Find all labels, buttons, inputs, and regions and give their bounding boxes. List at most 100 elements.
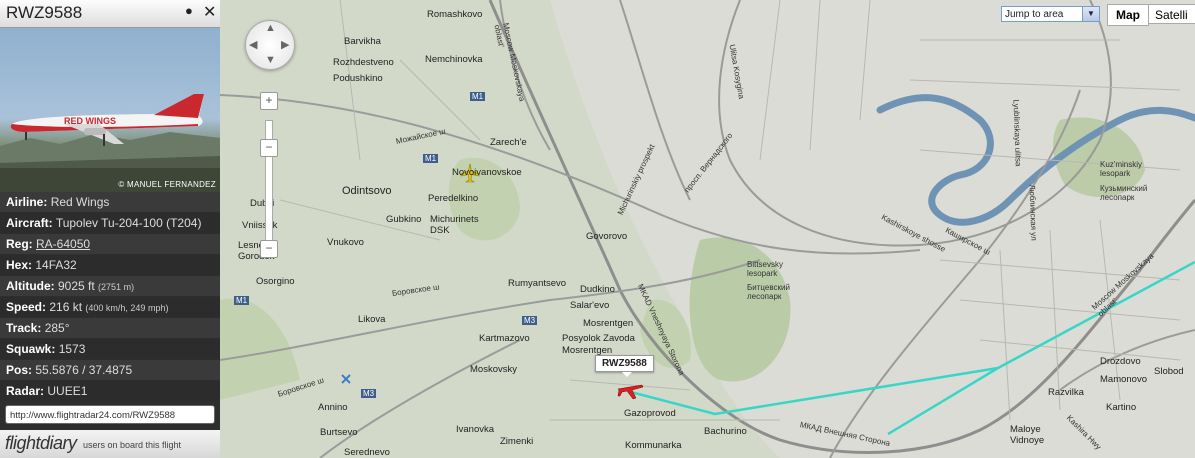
value-aircraft: Tupolev Tu-204-100 (T204) bbox=[55, 216, 202, 230]
place-label: Govorovo bbox=[586, 231, 628, 242]
label-aircraft: Aircraft: bbox=[6, 216, 53, 230]
value-speed-converted: (400 km/h, 249 mph) bbox=[85, 303, 169, 313]
zoom-slider-thumb[interactable]: − bbox=[260, 139, 278, 157]
label-hex: Hex: bbox=[6, 258, 33, 272]
chevron-down-icon[interactable]: ▼ bbox=[1082, 7, 1099, 21]
pan-right-icon[interactable]: ▶ bbox=[281, 38, 289, 51]
airport-marker-icon[interactable] bbox=[340, 373, 352, 385]
satellite-type-button[interactable]: Satelli bbox=[1148, 4, 1195, 24]
place-label: Rumyantsevo bbox=[508, 278, 567, 289]
road-shield: M1 bbox=[423, 154, 439, 163]
close-icon[interactable]: ✕ bbox=[203, 2, 216, 22]
place-label: Razvilka bbox=[1048, 387, 1084, 398]
zoom-in-button[interactable]: + bbox=[260, 92, 278, 110]
place-label: Drozdovo bbox=[1100, 356, 1141, 367]
place-label: Mamonovo bbox=[1100, 374, 1147, 385]
value-track: 285° bbox=[44, 321, 70, 335]
flightdiary-tagline[interactable]: users on board this flight bbox=[83, 440, 181, 450]
road-shield: M1 bbox=[234, 296, 250, 305]
place-label: Peredelkino bbox=[428, 193, 479, 204]
map-type-button[interactable]: Map bbox=[1107, 4, 1149, 26]
value-airline: Red Wings bbox=[50, 195, 110, 209]
label-reg: Reg: bbox=[6, 237, 33, 251]
pan-up-icon[interactable]: ▲ bbox=[265, 22, 276, 34]
value-altitude-metric: (2751 m) bbox=[98, 282, 135, 292]
aircraft-photo[interactable]: RED WINGS © MANUEL FERNANDEZ bbox=[0, 28, 220, 192]
place-label: Кузьминский лесопарк bbox=[1100, 184, 1148, 202]
place-label: Zarech'e bbox=[490, 137, 527, 148]
photo-livery-text: RED WINGS bbox=[64, 116, 116, 126]
row-radar: Radar: UUEE1 bbox=[0, 381, 220, 401]
place-label: Maloye Vidnoye bbox=[1010, 424, 1045, 446]
pan-control[interactable]: ▲ ▼ ◀ ▶ bbox=[245, 20, 295, 70]
place-label: Burtsevo bbox=[320, 427, 358, 438]
place-label: Romashkovo bbox=[427, 9, 483, 20]
pan-down-icon[interactable]: ▼ bbox=[265, 54, 276, 66]
label-squawk: Squawk: bbox=[6, 342, 56, 356]
place-label: Nemchinovka bbox=[425, 54, 483, 65]
place-label: Osorgino bbox=[256, 276, 295, 287]
label-altitude: Altitude: bbox=[6, 279, 55, 293]
place-label: Barvikha bbox=[344, 36, 381, 47]
photo-credit: © MANUEL FERNANDEZ bbox=[118, 180, 216, 189]
jump-to-area-select[interactable]: Jump to area ▼ bbox=[1001, 6, 1100, 22]
place-label: Annino bbox=[318, 402, 348, 413]
place-label: Michurinets DSK bbox=[430, 214, 479, 236]
place-label: Vnukovo bbox=[327, 237, 364, 248]
flight-callsign-title: RWZ9588 bbox=[6, 3, 83, 22]
place-label: Kuz'minskiy lesopark bbox=[1100, 160, 1142, 178]
place-label: Dudkino bbox=[580, 284, 615, 295]
place-label: Rozhdestveno bbox=[333, 57, 394, 68]
label-speed: Speed: bbox=[6, 300, 47, 314]
place-label: Slobod bbox=[1154, 366, 1184, 377]
row-pos: Pos: 55.5876 / 37.4875 bbox=[0, 360, 220, 380]
label-track: Track: bbox=[6, 321, 42, 335]
place-label: Kommunarka bbox=[625, 440, 682, 451]
flightdiary-logo[interactable]: flightdiary bbox=[5, 433, 77, 454]
row-airline: Airline: Red Wings bbox=[0, 192, 220, 212]
place-label: Podushkino bbox=[333, 73, 383, 84]
dot-menu-icon[interactable]: ● bbox=[185, 3, 193, 18]
place-label: Likova bbox=[358, 314, 386, 325]
label-airline: Airline: bbox=[6, 195, 48, 209]
place-label: Salar'evo bbox=[570, 300, 610, 311]
place-label: Mosrentgen bbox=[583, 318, 634, 329]
flight-info-panel: RWZ9588 ● ✕ RED WINGS © MANUEL FERNANDEZ bbox=[0, 0, 220, 458]
road-label: Люблинская ул bbox=[1027, 184, 1039, 241]
place-label: Moskovsky bbox=[470, 364, 517, 375]
jump-to-area-value: Jump to area bbox=[1005, 9, 1064, 20]
place-label: Novoivanovskoe bbox=[452, 167, 522, 178]
value-altitude: 9025 ft bbox=[58, 279, 95, 293]
flight-callout-label[interactable]: RWZ9588 bbox=[595, 355, 654, 377]
place-label: Gazoprovod bbox=[624, 408, 676, 419]
selected-aircraft-icon[interactable] bbox=[616, 377, 644, 401]
reg-link[interactable]: RA-64050 bbox=[36, 237, 90, 251]
place-label: Zimenki bbox=[500, 436, 534, 447]
panel-header: RWZ9588 ● ✕ bbox=[0, 0, 220, 28]
pan-left-icon[interactable]: ◀ bbox=[249, 38, 257, 51]
row-aircraft: Aircraft: Tupolev Tu-204-100 (T204) bbox=[0, 213, 220, 233]
row-reg: Reg: RA-64050 bbox=[0, 234, 220, 254]
row-squawk: Squawk: 1573 bbox=[0, 339, 220, 359]
row-speed: Speed: 216 kt (400 km/h, 249 mph) bbox=[0, 297, 220, 317]
flightdiary-footer[interactable]: flightdiary users on board this flight bbox=[0, 430, 220, 458]
label-radar: Radar: bbox=[6, 384, 45, 398]
value-speed: 216 kt bbox=[49, 300, 83, 314]
zoom-out-button[interactable]: − bbox=[260, 240, 278, 258]
aircraft-photo-image: RED WINGS bbox=[0, 94, 220, 192]
place-label: Bittsevsky lesopark bbox=[747, 260, 784, 278]
row-hex: Hex: 14FA32 bbox=[0, 255, 220, 275]
place-label: Serednevo bbox=[344, 447, 390, 458]
road-shield: M3 bbox=[361, 389, 377, 398]
place-label: Kartmazovo bbox=[479, 333, 530, 344]
label-pos: Pos: bbox=[6, 363, 33, 377]
place-label: Kartino bbox=[1106, 402, 1137, 413]
place-label: Bachurino bbox=[704, 426, 747, 437]
place-label: Gubkino bbox=[386, 214, 422, 225]
flight-url-field[interactable]: http://www.flightradar24.com/RWZ9588 bbox=[5, 405, 215, 424]
row-track: Track: 285° bbox=[0, 318, 220, 338]
map-canvas[interactable]: RWZ9588 Romashkovo Barvikha Rozhdestveno… bbox=[220, 0, 1195, 458]
value-squawk: 1573 bbox=[58, 342, 86, 356]
place-label: Ivanovka bbox=[456, 424, 495, 435]
value-radar: UUEE1 bbox=[47, 384, 88, 398]
